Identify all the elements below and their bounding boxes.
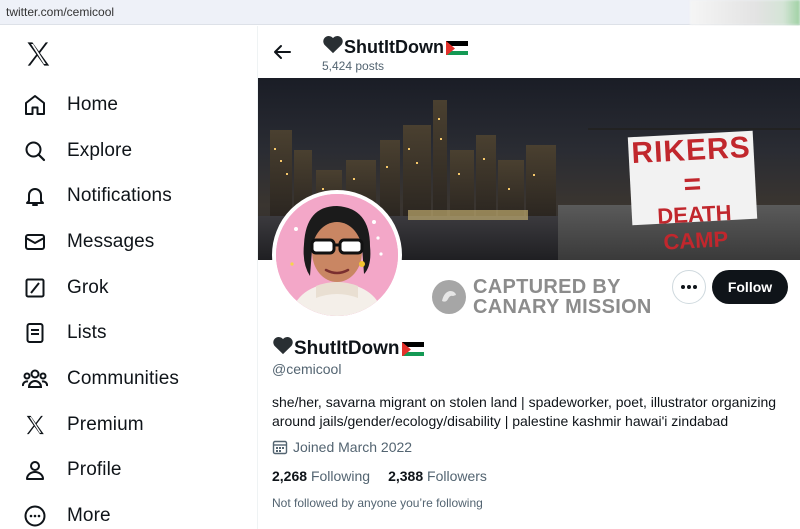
search-icon xyxy=(22,138,48,164)
sidebar-item-label: Explore xyxy=(67,140,133,161)
display-name-text: ShutItDown xyxy=(294,337,400,359)
sidebar-item-messages[interactable]: Messages xyxy=(22,226,154,258)
profile-handle: @cemicool xyxy=(272,361,342,377)
sidebar-item-grok[interactable]: Grok xyxy=(22,272,109,304)
sidebar-item-home[interactable]: Home xyxy=(22,89,118,121)
browser-url-bar[interactable]: twitter.com/cemicool xyxy=(0,0,800,25)
back-arrow-icon[interactable] xyxy=(270,40,294,64)
following-link[interactable]: 2,268 Following xyxy=(272,468,370,484)
x-logo-icon[interactable] xyxy=(24,40,52,68)
sidebar-item-label: Lists xyxy=(67,322,107,343)
display-name: ShutItDown xyxy=(272,336,424,361)
envelope-icon xyxy=(22,229,48,255)
sidebar-item-lists[interactable]: Lists xyxy=(22,317,107,349)
page-title: ShutItDown xyxy=(322,35,468,59)
more-circle-icon xyxy=(22,503,48,529)
sidebar-item-more[interactable]: More xyxy=(22,500,111,529)
follow-button[interactable]: Follow xyxy=(712,270,788,304)
followers-link[interactable]: 2,388 Followers xyxy=(388,468,487,484)
people-icon xyxy=(22,366,48,392)
sidebar-item-label: More xyxy=(67,505,111,526)
watermark: CAPTURED BY CANARY MISSION xyxy=(432,277,652,317)
following-count: 2,268 xyxy=(272,468,308,484)
sidebar-item-label: Notifications xyxy=(67,185,172,206)
sidebar-item-premium[interactable]: Premium xyxy=(22,409,144,441)
person-icon xyxy=(22,457,48,483)
followers-count: 2,388 xyxy=(388,468,424,484)
url-text[interactable]: twitter.com/cemicool xyxy=(6,5,114,19)
post-count: 5,424 posts xyxy=(322,59,385,73)
watermark-line1: CAPTURED BY xyxy=(473,276,621,298)
banner-sign: RIKERS = DEATH CAMP xyxy=(627,130,758,255)
ellipsis-icon xyxy=(681,285,697,289)
sidebar-item-label: Communities xyxy=(67,368,179,389)
list-icon xyxy=(22,320,48,346)
sidebar-item-label: Home xyxy=(67,94,119,115)
sidebar-item-communities[interactable]: Communities xyxy=(22,363,179,395)
sidebar: Home Explore Notifications Messages Grok… xyxy=(0,26,258,529)
sidebar-item-profile[interactable]: Profile xyxy=(22,454,122,486)
sidebar-item-notifications[interactable]: Notifications xyxy=(22,180,172,212)
sidebar-item-explore[interactable]: Explore xyxy=(22,135,132,167)
sidebar-item-label: Profile xyxy=(67,459,122,480)
profile-bio: she/her, savarna migrant on stolen land … xyxy=(272,394,777,429)
browser-toolbar-blurred xyxy=(690,0,800,25)
canary-bird-icon xyxy=(432,280,466,314)
joined-date: Joined March 2022 xyxy=(272,439,412,455)
header-name: ShutItDown xyxy=(344,36,444,57)
avatar[interactable] xyxy=(272,190,402,320)
palestine-flag-icon xyxy=(401,341,424,356)
black-heart-icon xyxy=(272,336,294,361)
calendar-icon xyxy=(272,439,288,455)
watermark-line2: CANARY MISSION xyxy=(473,296,652,318)
follow-stats: 2,268 Following 2,388 Followers xyxy=(272,468,505,484)
x-logo-icon xyxy=(22,412,48,438)
palestine-flag-icon xyxy=(445,40,468,55)
not-followed-note: Not followed by anyone you’re following xyxy=(272,496,483,510)
profile-header: ShutItDown 5,424 posts xyxy=(258,26,800,78)
sidebar-item-label: Messages xyxy=(67,231,155,252)
bell-icon xyxy=(22,183,48,209)
sidebar-item-label: Grok xyxy=(67,277,109,298)
joined-text: Joined March 2022 xyxy=(293,439,413,455)
following-label: Following xyxy=(310,468,371,484)
black-heart-icon xyxy=(322,35,344,59)
more-options-button[interactable] xyxy=(672,270,706,304)
grok-icon xyxy=(22,275,48,301)
sidebar-item-label: Premium xyxy=(67,414,144,435)
home-icon xyxy=(22,92,48,118)
followers-label: Followers xyxy=(427,468,487,484)
